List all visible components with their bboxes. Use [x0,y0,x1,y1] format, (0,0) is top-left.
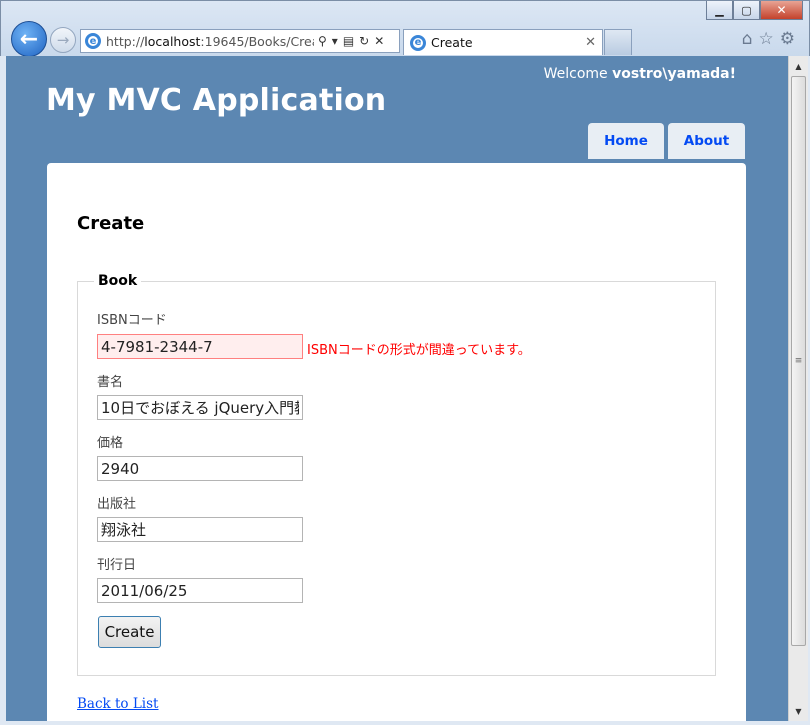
title-label: 書名 [97,375,124,390]
url-prefix: http:// [106,33,145,49]
fieldset-legend: Book [98,273,138,289]
stop-icon[interactable]: ✕ [374,34,384,48]
compatibility-icon[interactable]: ▤ [343,34,354,48]
close-window-button[interactable]: ✕ [760,1,803,20]
welcome-message: Welcome vostro\yamada! [544,66,736,82]
back-arrow-icon: ← [19,26,39,52]
tab-ie-icon: e [410,34,426,51]
grip-icon: ≡ [794,356,803,366]
isbn-error-message: ISBNコードの形式が間違っています。 [307,343,531,358]
page-viewport: Welcome vostro\yamada! My MVC Applicatio… [6,56,788,721]
page-title: Create [77,213,145,234]
isbn-input[interactable] [97,334,303,359]
forward-button[interactable]: → [50,27,76,53]
search-icon[interactable]: ⚲ [318,34,327,48]
create-button[interactable]: Create [98,616,161,648]
maximize-button[interactable]: ▢ [733,1,760,20]
app-title: My MVC Application [46,83,387,118]
scrollbar-thumb[interactable]: ≡ [791,76,806,646]
welcome-suffix: ! [729,66,736,82]
publish-date-label: 刊行日 [97,558,137,573]
address-bar[interactable]: e http://localhost:19645/Books/Creat ⚲ ▾… [80,29,400,53]
book-fieldset: Book ISBNコード ISBNコードの形式が間違っています。 書名 価格 出… [77,273,716,676]
price-label: 価格 [97,436,124,451]
home-icon[interactable]: ⌂ [742,29,753,49]
publisher-label: 出版社 [97,497,137,512]
back-button[interactable]: ← [11,21,47,57]
scroll-down-icon[interactable]: ▼ [791,703,806,719]
browser-tab[interactable]: e Create ✕ [403,29,603,55]
main-content: Create Book ISBNコード ISBNコードの形式が間違っています。 … [47,163,746,721]
browser-toolbar-right: ⌂ ☆ ⚙ [742,29,795,49]
welcome-prefix: Welcome [543,66,613,82]
url-host: localhost [144,33,201,49]
isbn-label: ISBNコード [97,313,167,328]
back-to-list-link[interactable]: Back to List [77,696,158,712]
ie-page-icon: e [85,33,101,49]
dropdown-icon[interactable]: ▾ [332,34,338,48]
tab-title: Create [431,35,473,50]
address-tools: ⚲ ▾ ▤ ↻ ✕ [318,34,384,48]
username: vostro\yamada [612,66,730,82]
refresh-icon[interactable]: ↻ [359,34,369,48]
browser-chrome: ▁ ▢ ✕ ← → e http://localhost:19645/Books… [0,0,810,57]
publisher-input[interactable] [97,517,303,542]
star-icon[interactable]: ☆ [759,29,774,49]
forward-arrow-icon: → [56,31,70,49]
url-text[interactable]: http://localhost:19645/Books/Creat [106,34,314,49]
tab-close-icon[interactable]: ✕ [585,35,596,50]
scroll-up-icon[interactable]: ▲ [791,58,806,74]
minimize-button[interactable]: ▁ [706,1,733,20]
menu-item-about[interactable]: About [668,123,745,159]
url-path: :19645/Books/Creat [200,33,314,49]
price-input[interactable] [97,456,303,481]
menu-item-home[interactable]: Home [588,123,664,159]
window-controls: ▁ ▢ ✕ [706,1,803,20]
title-input[interactable] [97,395,303,420]
gear-icon[interactable]: ⚙ [780,29,795,49]
publish-date-input[interactable] [97,578,303,603]
new-tab-button[interactable] [604,29,632,55]
vertical-scrollbar[interactable]: ▲ ≡ ▼ [788,56,808,721]
main-menu: Home About [588,123,745,159]
